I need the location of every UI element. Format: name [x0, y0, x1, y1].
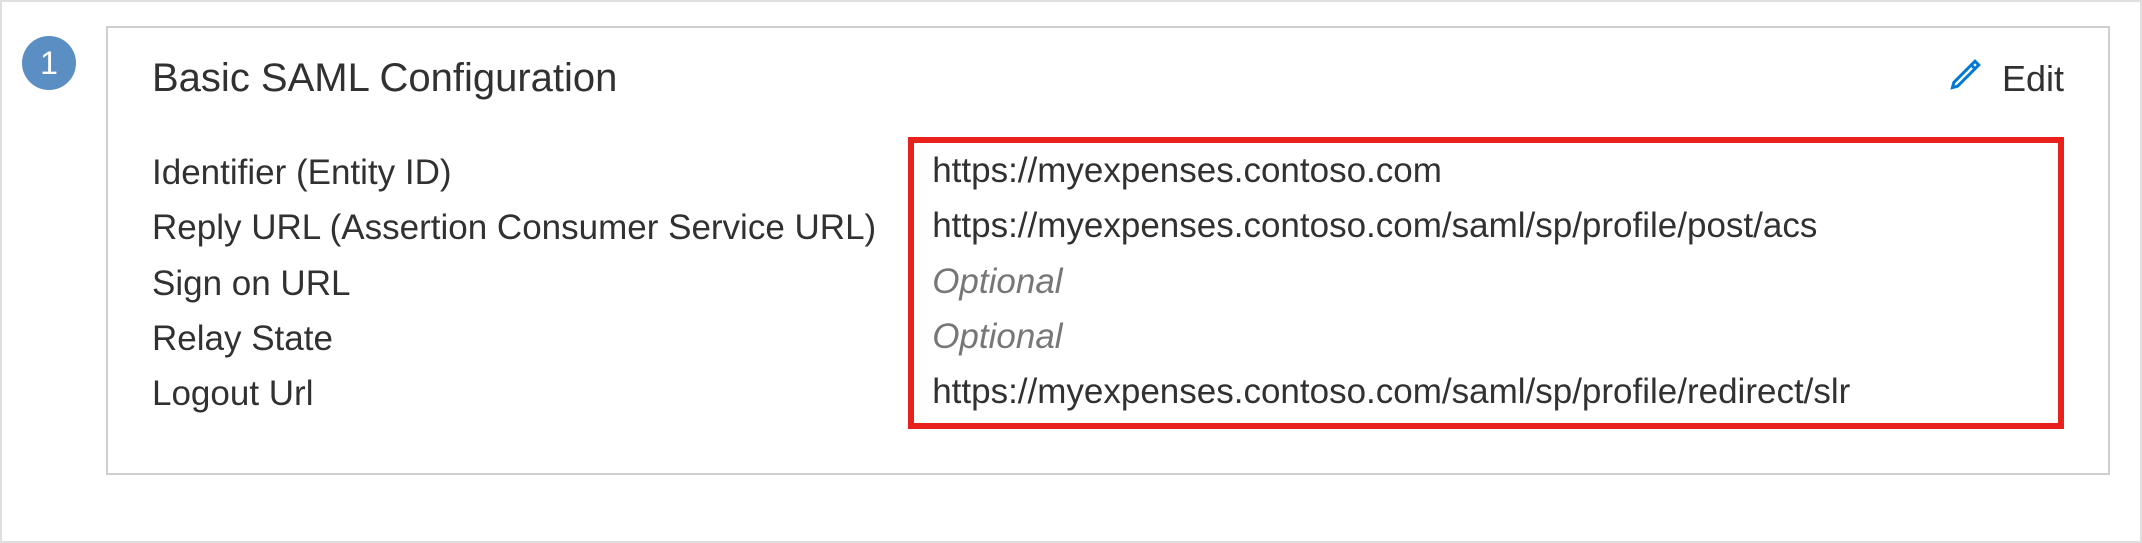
labels-column: Identifier (Entity ID) Reply URL (Assert…	[152, 149, 876, 429]
relay-state-label: Relay State	[152, 315, 876, 362]
card-title: Basic SAML Configuration	[152, 56, 617, 101]
reply-url-label: Reply URL (Assertion Consumer Service UR…	[152, 204, 876, 251]
sign-on-url-value: Optional	[932, 258, 2040, 305]
edit-button-label: Edit	[2002, 58, 2064, 100]
edit-button[interactable]: Edit	[1948, 56, 2064, 101]
saml-config-step: 1 Basic SAML Configuration Edit Identifi…	[0, 0, 2142, 543]
logout-url-value: https://myexpenses.contoso.com/saml/sp/p…	[932, 368, 2040, 415]
logout-url-label: Logout Url	[152, 370, 876, 417]
card-header: Basic SAML Configuration Edit	[152, 56, 2064, 101]
reply-url-value: https://myexpenses.contoso.com/saml/sp/p…	[932, 202, 2040, 249]
pencil-icon	[1948, 56, 1984, 101]
identifier-label: Identifier (Entity ID)	[152, 149, 876, 196]
identifier-value: https://myexpenses.contoso.com	[932, 147, 2040, 194]
relay-state-value: Optional	[932, 313, 2040, 360]
config-grid: Identifier (Entity ID) Reply URL (Assert…	[152, 149, 2064, 429]
sign-on-url-label: Sign on URL	[152, 260, 876, 307]
step-number-badge: 1	[22, 36, 76, 90]
saml-config-card: Basic SAML Configuration Edit Identifier…	[106, 26, 2110, 475]
values-column-highlight: https://myexpenses.contoso.com https://m…	[908, 137, 2064, 429]
